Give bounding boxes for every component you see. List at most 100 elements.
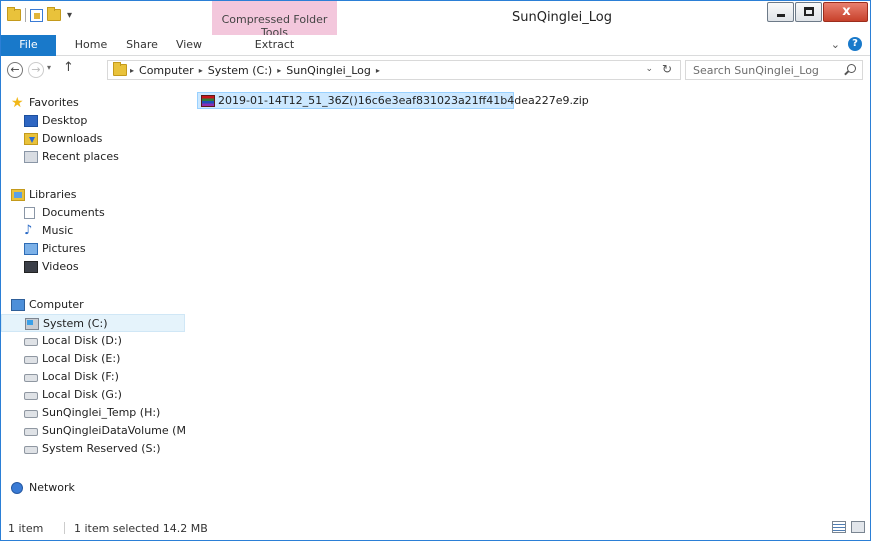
nav-system-reserved-s[interactable]: System Reserved (S:) [1, 440, 185, 458]
breadcrumb-separator-icon[interactable]: ▸ [376, 66, 380, 75]
network-icon [11, 482, 23, 494]
explorer-window: ▾ Compressed Folder Tools SunQinglei_Log… [0, 0, 871, 541]
nav-label: Computer [29, 298, 84, 311]
breadcrumb: ▸ Computer ▸ System (C:) ▸ SunQinglei_Lo… [130, 64, 380, 77]
breadcrumb-separator-icon[interactable]: ▸ [277, 66, 281, 75]
breadcrumb-separator-icon[interactable]: ▸ [130, 66, 134, 75]
drive-icon [24, 356, 38, 364]
nav-label: Favorites [29, 96, 79, 109]
nav-label: Videos [42, 260, 79, 273]
videos-icon [24, 261, 38, 273]
star-icon: ★ [11, 95, 24, 111]
nav-label: Libraries [29, 188, 77, 201]
nav-label: Music [42, 224, 74, 237]
search-icon[interactable] [847, 64, 856, 73]
ribbon-right-controls: ⌄ ? [831, 37, 862, 51]
nav-system-c[interactable]: System (C:) [1, 314, 185, 332]
computer-icon [11, 299, 25, 311]
help-icon[interactable]: ? [848, 37, 862, 51]
refresh-icon[interactable]: ↻ [662, 62, 672, 76]
nav-local-disk-e[interactable]: Local Disk (E:) [1, 350, 185, 368]
search-placeholder: Search SunQinglei_Log [693, 64, 819, 77]
nav-label: Local Disk (E:) [42, 352, 121, 365]
tab-home[interactable]: Home [65, 35, 117, 56]
large-icons-view-icon[interactable] [851, 521, 865, 533]
properties-icon[interactable] [30, 8, 43, 22]
breadcrumb-system-c[interactable]: System (C:) [208, 64, 273, 77]
nav-local-disk-d[interactable]: Local Disk (D:) [1, 332, 185, 350]
maximize-button[interactable] [795, 2, 822, 22]
address-bar[interactable]: ▸ Computer ▸ System (C:) ▸ SunQinglei_Lo… [107, 60, 681, 80]
tab-share[interactable]: Share [117, 35, 167, 56]
details-view-icon[interactable] [832, 521, 846, 533]
drive-icon [24, 446, 38, 454]
nav-libraries[interactable]: Libraries [1, 186, 185, 204]
system-drive-icon [25, 318, 39, 330]
nav-label: Network [29, 481, 75, 494]
desktop-icon [24, 115, 38, 127]
customize-qat-dropdown[interactable]: ▾ [67, 10, 72, 21]
close-icon: x [842, 4, 851, 19]
status-bar: 1 item 1 item selected 14.2 MB [1, 517, 870, 540]
nav-downloads[interactable]: Downloads [1, 130, 185, 148]
new-folder-icon[interactable] [47, 7, 61, 21]
recent-locations-dropdown[interactable]: ▾ [47, 63, 51, 72]
drive-icon [24, 374, 38, 382]
selection-info: 1 item selected 14.2 MB [74, 522, 208, 535]
minimize-button[interactable] [767, 2, 794, 22]
pictures-icon [24, 243, 38, 255]
item-count: 1 item [8, 522, 44, 535]
qat-separator [25, 8, 26, 22]
back-button[interactable]: ← [7, 62, 23, 78]
nav-sunqinglei-temp-h[interactable]: SunQinglei_Temp (H:) [1, 404, 185, 422]
nav-local-disk-g[interactable]: Local Disk (G:) [1, 386, 185, 404]
nav-desktop[interactable]: Desktop [1, 112, 185, 130]
nav-recent-places[interactable]: Recent places [1, 148, 185, 166]
nav-network[interactable]: Network [1, 479, 185, 497]
drive-icon [24, 392, 38, 400]
music-icon: ♪ [24, 223, 33, 238]
window-controls: x [767, 2, 868, 22]
nav-favorites[interactable]: ★ Favorites [1, 94, 185, 112]
folder-icon [113, 62, 127, 76]
drive-icon [24, 410, 38, 418]
close-button[interactable]: x [823, 2, 868, 22]
nav-documents[interactable]: Documents [1, 204, 185, 222]
address-history-dropdown[interactable]: ⌄ [645, 64, 653, 74]
forward-button[interactable]: → [28, 62, 44, 78]
nav-local-disk-f[interactable]: Local Disk (F:) [1, 368, 185, 386]
tab-file[interactable]: File [1, 35, 56, 56]
list-item[interactable]: 2019-01-14T12_51_36Z()16c6e3eaf831023a21… [197, 92, 589, 109]
nav-sunqingleidatavolume-m[interactable]: SunQingleiDataVolume (M: [1, 422, 185, 440]
status-divider [64, 522, 65, 534]
maximize-icon [804, 7, 814, 16]
breadcrumb-sunqinglei-log[interactable]: SunQinglei_Log [286, 64, 371, 77]
nav-computer[interactable]: Computer [1, 296, 185, 314]
address-bar-row: ← → ▾ ↑ ▸ Computer ▸ System (C:) ▸ SunQi… [1, 57, 870, 83]
tab-view[interactable]: View [167, 35, 211, 56]
compressed-folder-tools-group: Compressed Folder Tools [212, 1, 337, 39]
nav-music[interactable]: ♪ Music [1, 222, 185, 240]
nav-label: SunQingleiDataVolume (M: [42, 424, 185, 437]
up-button[interactable]: ↑ [63, 60, 74, 75]
minimize-icon [777, 14, 785, 17]
folder-icon [7, 7, 21, 21]
downloads-icon [24, 133, 38, 145]
breadcrumb-separator-icon[interactable]: ▸ [199, 66, 203, 75]
nav-label: Local Disk (D:) [42, 334, 122, 347]
window-title: SunQinglei_Log [511, 10, 612, 25]
nav-label: Documents [42, 206, 105, 219]
drive-icon [24, 428, 38, 436]
expand-ribbon-icon[interactable]: ⌄ [831, 38, 840, 51]
nav-label: System (C:) [43, 317, 108, 330]
nav-pictures[interactable]: Pictures [1, 240, 185, 258]
nav-label: Pictures [42, 242, 86, 255]
nav-label: System Reserved (S:) [42, 442, 161, 455]
tab-extract[interactable]: Extract [212, 35, 337, 56]
nav-label: Downloads [42, 132, 103, 145]
nav-label: Local Disk (F:) [42, 370, 119, 383]
nav-videos[interactable]: Videos [1, 258, 185, 276]
search-input[interactable]: Search SunQinglei_Log [685, 60, 863, 80]
nav-label: Recent places [42, 150, 119, 163]
breadcrumb-computer[interactable]: Computer [139, 64, 194, 77]
